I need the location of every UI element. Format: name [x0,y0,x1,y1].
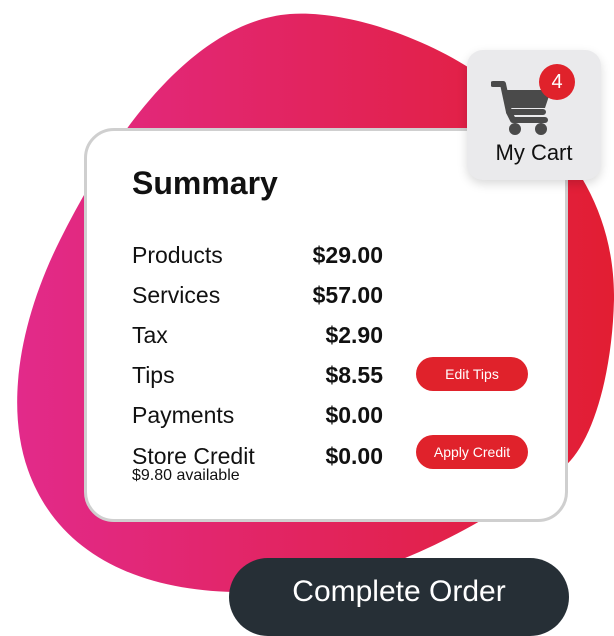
cart-count-badge: 4 [539,64,575,100]
store-credit-label: Store Credit [132,443,255,469]
services-value: $57.00 [312,282,383,308]
complete-order-button[interactable]: Complete Order [229,558,569,636]
tax-label: Tax [132,322,168,348]
my-cart-button[interactable]: 4 My Cart [467,50,601,180]
edit-tips-button[interactable]: Edit Tips [416,357,528,391]
store-credit-available: $9.80 available [132,467,240,484]
cart-label: My Cart [495,140,573,165]
order-summary-card: Summary Products $29.00 Services $57.00 … [84,128,568,522]
summary-title: Summary [132,165,278,201]
products-value: $29.00 [312,242,383,268]
apply-credit-button[interactable]: Apply Credit [416,435,528,469]
payments-label: Payments [132,402,235,428]
tips-label: Tips [132,362,175,388]
products-label: Products [132,242,223,268]
tips-value: $8.55 [325,362,383,388]
payments-value: $0.00 [325,402,383,428]
services-label: Services [132,282,221,308]
tax-value: $2.90 [325,322,383,348]
store-credit-value: $0.00 [325,443,383,469]
